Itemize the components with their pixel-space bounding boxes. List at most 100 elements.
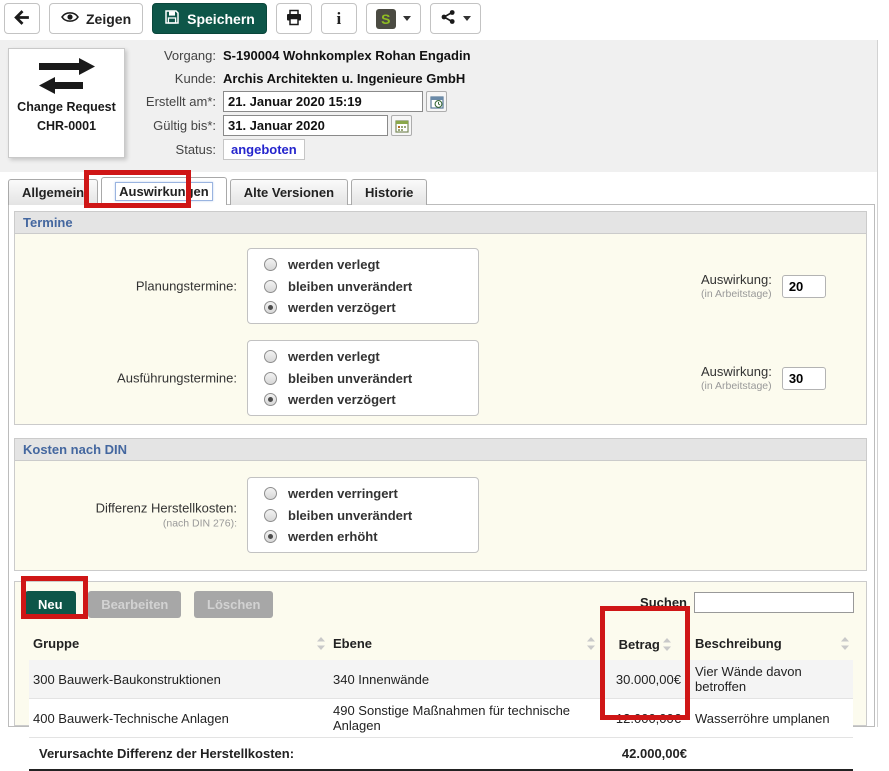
col-gruppe[interactable]: Gruppe: [29, 631, 329, 660]
auswirkung-label: Auswirkung:: [701, 272, 772, 287]
radio-icon: [264, 487, 277, 500]
table-header-row: Gruppe Ebene Betrag Beschreibung: [29, 631, 853, 660]
vorgang-label: Vorgang:: [128, 48, 223, 63]
erstellt-am-input[interactable]: [223, 91, 423, 112]
save-floppy-icon: [164, 9, 180, 28]
vorgang-value: S-190004 Wohnkomplex Rohan Engadin: [223, 48, 471, 63]
radio-icon: [264, 258, 277, 271]
loeschen-button: Löschen: [194, 591, 273, 618]
differenz-herstellkosten-label: Differenz Herstellkosten: (nach DIN 276)…: [15, 501, 237, 530]
radio-werden-verzoegert[interactable]: werden verzögert: [264, 300, 478, 315]
radio-icon: [264, 509, 277, 522]
section-kosten-title: Kosten nach DIN: [14, 438, 867, 461]
radio-werden-verlegt[interactable]: werden verlegt: [264, 349, 478, 364]
ausfuehrungstermine-label: Ausführungstermine:: [15, 371, 237, 386]
radio-selected-icon: [264, 301, 277, 314]
planungstermine-label: Planungstermine:: [15, 279, 237, 294]
calendar-picker-button[interactable]: [391, 115, 412, 136]
auswirkung-hint: (in Arbeitstage): [701, 380, 772, 392]
ausfuehrung-auswirkung: Auswirkung: (in Arbeitstage): [701, 364, 826, 392]
radio-icon: [264, 372, 277, 385]
planungstermine-radio-group: werden verlegt bleiben unverändert werde…: [247, 248, 479, 324]
din-hint: (nach DIN 276):: [15, 518, 237, 530]
datetime-picker-button[interactable]: [426, 91, 447, 112]
radio-werden-verringert[interactable]: werden verringert: [264, 486, 478, 501]
planung-auswirkung-input[interactable]: [782, 275, 826, 298]
kosten-table: Gruppe Ebene Betrag Beschreibung 300 Bau…: [29, 631, 853, 771]
tab-content-auswirkungen: Termine Planungstermine: werden verlegt …: [8, 204, 875, 727]
sort-icon[interactable]: [663, 637, 671, 652]
status-label: Status:: [128, 142, 223, 157]
gueltig-bis-input[interactable]: [223, 115, 388, 136]
table-row[interactable]: 300 Bauwerk-Baukonstruktionen 340 Innenw…: [29, 660, 853, 699]
speichern-label: Speichern: [187, 11, 255, 27]
tab-alte-versionen[interactable]: Alte Versionen: [230, 179, 348, 205]
radio-selected-icon: [264, 530, 277, 543]
scrollbar-track[interactable]: [877, 40, 889, 727]
chevron-down-icon: [403, 16, 411, 21]
differenz-radio-group: werden verringert bleiben unverändert we…: [247, 477, 479, 553]
sort-icon[interactable]: [317, 637, 325, 653]
total-label: Verursachte Differenz der Herstellkosten…: [29, 738, 599, 771]
s-app-icon: S: [376, 9, 396, 29]
kunde-value: Archis Architekten u. Ingenieure GmbH: [223, 71, 465, 86]
card-type-label: Change Request: [9, 98, 124, 117]
erstellt-am-label: Erstellt am*:: [128, 94, 223, 109]
total-value: 42.000,00€: [599, 738, 691, 771]
col-ebene[interactable]: Ebene: [329, 631, 599, 660]
radio-werden-verlegt[interactable]: werden verlegt: [264, 257, 478, 272]
radio-icon: [264, 280, 277, 293]
auswirkung-hint: (in Arbeitstage): [701, 288, 772, 300]
radio-bleiben-unveraendert[interactable]: bleiben unverändert: [264, 508, 478, 523]
radio-bleiben-unveraendert[interactable]: bleiben unverändert: [264, 371, 478, 386]
zeigen-label: Zeigen: [86, 11, 131, 27]
share-dropdown-button[interactable]: [430, 3, 481, 34]
sort-icon[interactable]: [587, 637, 595, 653]
search-input[interactable]: [694, 592, 854, 613]
radio-icon: [264, 350, 277, 363]
search-label: Suchen: [640, 595, 687, 610]
kosten-table-panel: Neu Bearbeiten Löschen Suchen Gruppe Ebe…: [14, 581, 867, 726]
auswirkung-label: Auswirkung:: [701, 364, 772, 379]
printer-icon: [285, 9, 303, 29]
tab-bar: Allgemein Auswirkungen Alte Versionen Hi…: [8, 177, 427, 205]
radio-werden-erhoeht[interactable]: werden erhöht: [264, 529, 478, 544]
tab-historie[interactable]: Historie: [351, 179, 427, 205]
radio-werden-verzoegert[interactable]: werden verzögert: [264, 392, 478, 407]
chevron-down-icon: [463, 16, 471, 21]
transfer-arrows-icon: [35, 83, 99, 98]
sort-icon[interactable]: [841, 637, 849, 653]
print-button[interactable]: [276, 3, 312, 34]
radio-bleiben-unveraendert[interactable]: bleiben unverändert: [264, 279, 478, 294]
back-button[interactable]: [4, 3, 40, 34]
change-request-card: Change Request CHR-0001: [8, 48, 125, 158]
app-s-dropdown-button[interactable]: S: [366, 3, 421, 34]
radio-selected-icon: [264, 393, 277, 406]
bearbeiten-button: Bearbeiten: [88, 591, 181, 618]
card-id-label: CHR-0001: [9, 117, 124, 136]
planungstermine-row: Planungstermine: werden verlegt bleiben …: [15, 246, 866, 326]
header-fields: Vorgang: S-190004 Wohnkomplex Rohan Enga…: [128, 45, 471, 163]
share-icon: [440, 9, 456, 28]
gueltig-bis-label: Gültig bis*:: [128, 118, 223, 133]
info-button[interactable]: i: [321, 3, 357, 34]
neu-button[interactable]: Neu: [25, 591, 76, 618]
tab-auswirkungen[interactable]: Auswirkungen: [101, 177, 227, 205]
planung-auswirkung: Auswirkung: (in Arbeitstage): [701, 272, 826, 300]
eye-icon: [61, 10, 79, 27]
table-row[interactable]: 400 Bauwerk-Technische Anlagen 490 Sonst…: [29, 699, 853, 738]
info-icon: i: [336, 9, 341, 29]
zeigen-button[interactable]: Zeigen: [49, 3, 143, 34]
section-termine-title: Termine: [14, 211, 867, 234]
section-termine: Termine Planungstermine: werden verlegt …: [14, 211, 867, 425]
tab-allgemein[interactable]: Allgemein: [8, 179, 98, 205]
differenz-herstellkosten-row: Differenz Herstellkosten: (nach DIN 276)…: [15, 475, 866, 555]
status-badge[interactable]: angeboten: [223, 139, 305, 160]
section-kosten: Kosten nach DIN Differenz Herstellkosten…: [14, 438, 867, 571]
ausfuehrung-auswirkung-input[interactable]: [782, 367, 826, 390]
col-betrag[interactable]: Betrag: [599, 631, 691, 660]
table-total-row: Verursachte Differenz der Herstellkosten…: [29, 738, 853, 771]
back-arrow-icon: [14, 9, 31, 29]
col-beschreibung[interactable]: Beschreibung: [691, 631, 853, 660]
speichern-button[interactable]: Speichern: [152, 3, 267, 34]
